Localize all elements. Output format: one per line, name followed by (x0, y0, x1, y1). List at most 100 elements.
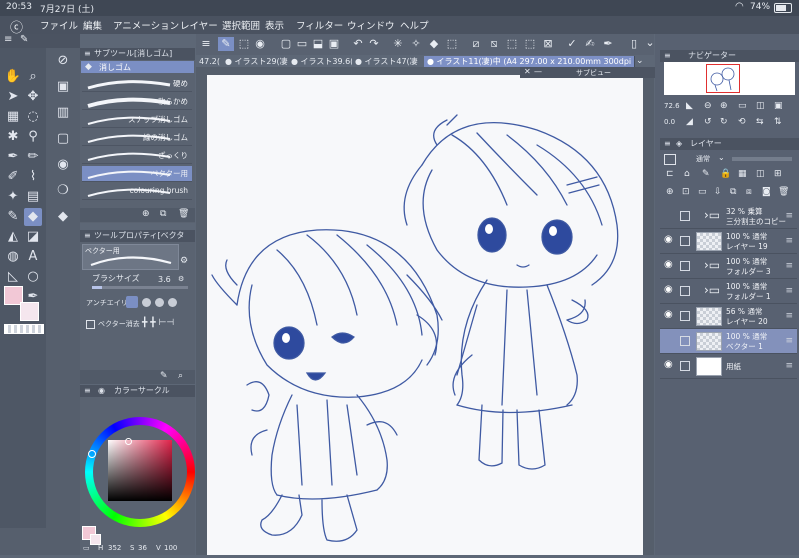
operation-tool-icon[interactable]: ➤ (4, 88, 22, 106)
lasso-tool-icon[interactable]: ◌ (24, 108, 42, 126)
layer-checkbox[interactable] (680, 236, 690, 246)
pen-tool-tab-icon[interactable]: ✎ (20, 34, 28, 45)
rotate-left-icon[interactable]: ↺ (704, 117, 712, 127)
layer-row[interactable]: ◉ 56 % 通常 レイヤー 20 ≡ (660, 304, 797, 329)
fit-icon[interactable]: ▭ (738, 101, 747, 111)
menu-view[interactable]: 表示 (265, 18, 284, 32)
layer-row[interactable]: 100 % 通常 ベクター 1 ≡ (660, 329, 797, 354)
eye-icon[interactable]: ◉ (664, 360, 676, 370)
ruler-range-icon[interactable]: ⊞ (774, 169, 782, 179)
menu-filter[interactable]: フィルター (296, 18, 343, 32)
check-icon[interactable]: ✓ (564, 37, 580, 51)
lock-transparency-icon[interactable]: ▦ (738, 169, 747, 179)
menu-selection[interactable]: 選択範囲 (222, 18, 260, 32)
figure-tool-icon[interactable]: ◍ (4, 248, 22, 266)
airbrush-tool-icon[interactable]: ⌇ (24, 168, 42, 186)
wrench-icon[interactable]: ✎ (160, 371, 168, 381)
drag-handle-icon[interactable]: ≡ (785, 311, 793, 321)
mask-enable-icon[interactable]: ◫ (756, 169, 765, 179)
magic-wand-tool-icon[interactable]: ✱ (4, 128, 22, 146)
layer-checkbox[interactable] (680, 336, 690, 346)
layer-checkbox[interactable] (680, 286, 690, 296)
show-selection-icon[interactable]: ⬚ (522, 37, 538, 51)
color-circle-tab-icon[interactable]: ◉ (98, 385, 105, 397)
panel-menu-icon[interactable]: ≡ (664, 50, 671, 62)
ruler-icon[interactable]: ⊠ (540, 37, 556, 51)
reference-layer-icon[interactable]: ⌂ (684, 169, 690, 179)
reference-icon[interactable]: ▥ (54, 104, 72, 122)
select-all-icon[interactable]: ⬚ (504, 37, 520, 51)
blend-tool-icon[interactable]: ✎ (4, 208, 22, 226)
paste-icon[interactable]: ▢ (54, 130, 72, 148)
transfer-down-icon[interactable]: ⇩ (714, 187, 722, 197)
brush-size-slider[interactable] (92, 286, 188, 289)
drag-handle-icon[interactable]: ≡ (785, 361, 793, 371)
pen-tool-icon[interactable]: ✒ (4, 148, 22, 166)
eraser-small-icon[interactable]: ◆ (54, 208, 72, 226)
layer-row[interactable]: ◉ 用紙 ≡ (660, 354, 797, 379)
move-layer-tool-icon[interactable]: ✥ (24, 88, 42, 106)
folder-icon[interactable]: ›▭ (704, 208, 720, 222)
folder-icon[interactable]: ›▭ (704, 283, 720, 297)
close-icon[interactable]: ✕ (524, 67, 531, 76)
eye-icon[interactable]: ◉ (252, 37, 268, 51)
rotate-value[interactable]: 0.0 (664, 118, 675, 126)
export-icon[interactable]: ▣ (326, 37, 342, 51)
layer-checkbox[interactable] (680, 211, 690, 221)
transparent-mini-icon[interactable]: ▭ (83, 544, 90, 552)
chevron-down-icon[interactable]: ⌄ (718, 153, 725, 162)
zoom-in-icon[interactable]: ⊕ (720, 101, 728, 111)
layer-color-icon[interactable] (664, 154, 676, 165)
flip-horizontal-icon[interactable]: ⇆ (756, 117, 764, 127)
menu-edit[interactable]: 編集 (83, 18, 102, 32)
eye-icon[interactable]: ◉ (664, 285, 676, 295)
subtool-item[interactable]: ざっくり (82, 148, 192, 164)
hand-tool-icon[interactable]: ✋ (4, 68, 22, 86)
layer-row[interactable]: ◉ ›▭ 100 % 通常 フォルダー 3 ≡ (660, 254, 797, 279)
layer-tab-icon[interactable]: ◈ (676, 138, 682, 150)
frame-tool-icon[interactable]: ▦ (4, 108, 22, 126)
save-icon[interactable]: ⬓ (310, 37, 326, 51)
hue-marker[interactable] (88, 450, 96, 458)
device-icon[interactable]: ▯ (626, 37, 642, 51)
drag-handle-icon[interactable]: ≡ (785, 261, 793, 271)
document-tab[interactable]: ● イラスト47(凄 (352, 56, 427, 67)
antialias-strong-option[interactable] (168, 298, 177, 307)
eye-icon[interactable]: ◉ (664, 235, 676, 245)
preview-settings-icon[interactable]: ⚙ (180, 256, 188, 266)
document-tab[interactable]: ● イラスト39.6( (288, 56, 355, 67)
decoration-tool-icon[interactable]: ✦ (4, 188, 22, 206)
layer-checkbox[interactable] (680, 361, 690, 371)
opacity-slider[interactable] (732, 157, 792, 161)
actual-size-icon[interactable]: ◫ (756, 101, 765, 111)
document-tab-active[interactable]: ● イラスト11(凄)中 (A4 297.00 x 210.00mm 300dp… (424, 56, 635, 67)
delete-layer-icon[interactable]: 🗑 (778, 187, 789, 197)
layer-row[interactable]: ◉ ›▭ 100 % 通常 フォルダー 1 ≡ (660, 279, 797, 304)
vector-erase-mode-icons[interactable]: ╋ ╋ ⊢⊣ (142, 318, 174, 328)
transparent-color-icon[interactable] (4, 324, 44, 334)
draft-layer-icon[interactable]: ✎ (702, 169, 710, 179)
clear-icon[interactable]: ◉ (54, 156, 72, 174)
subtool-item[interactable]: 硬め (82, 76, 192, 92)
layer-mask-icon[interactable]: ◙ (762, 187, 771, 197)
eye-hidden-icon[interactable] (664, 335, 676, 345)
menu-animation[interactable]: アニメーション (113, 18, 179, 32)
subtool-item[interactable]: スナップ消しゴム (82, 112, 192, 128)
zoom-slider-icon[interactable]: ◣ (686, 101, 693, 111)
subtool-item[interactable]: ベクター用 (82, 166, 192, 182)
text-tool-icon[interactable]: A (24, 248, 42, 266)
subtool-item[interactable]: colouring brush (82, 184, 192, 200)
layer-row[interactable]: ◉ 100 % 通常 レイヤー 19 ≡ (660, 229, 797, 254)
balloon-tool-icon[interactable]: ○ (24, 268, 42, 286)
drag-handle-icon[interactable]: ≡ (785, 236, 793, 246)
transform-icon[interactable]: ⬚ (444, 37, 460, 51)
gradient-tool-icon[interactable]: ▤ (24, 188, 42, 206)
combine-icon[interactable]: ⧈ (746, 187, 752, 197)
crop-icon[interactable]: ⬚ (236, 37, 252, 51)
deselect-icon[interactable]: ⧄ (468, 37, 484, 51)
color-marker[interactable] (125, 438, 132, 445)
navigator-view-frame[interactable] (706, 64, 740, 93)
brush-tool-icon[interactable]: ✐ (4, 168, 22, 186)
brush-size-settings-icon[interactable]: ⚙ (178, 275, 184, 283)
shape-tool-icon[interactable]: ◪ (24, 228, 42, 246)
